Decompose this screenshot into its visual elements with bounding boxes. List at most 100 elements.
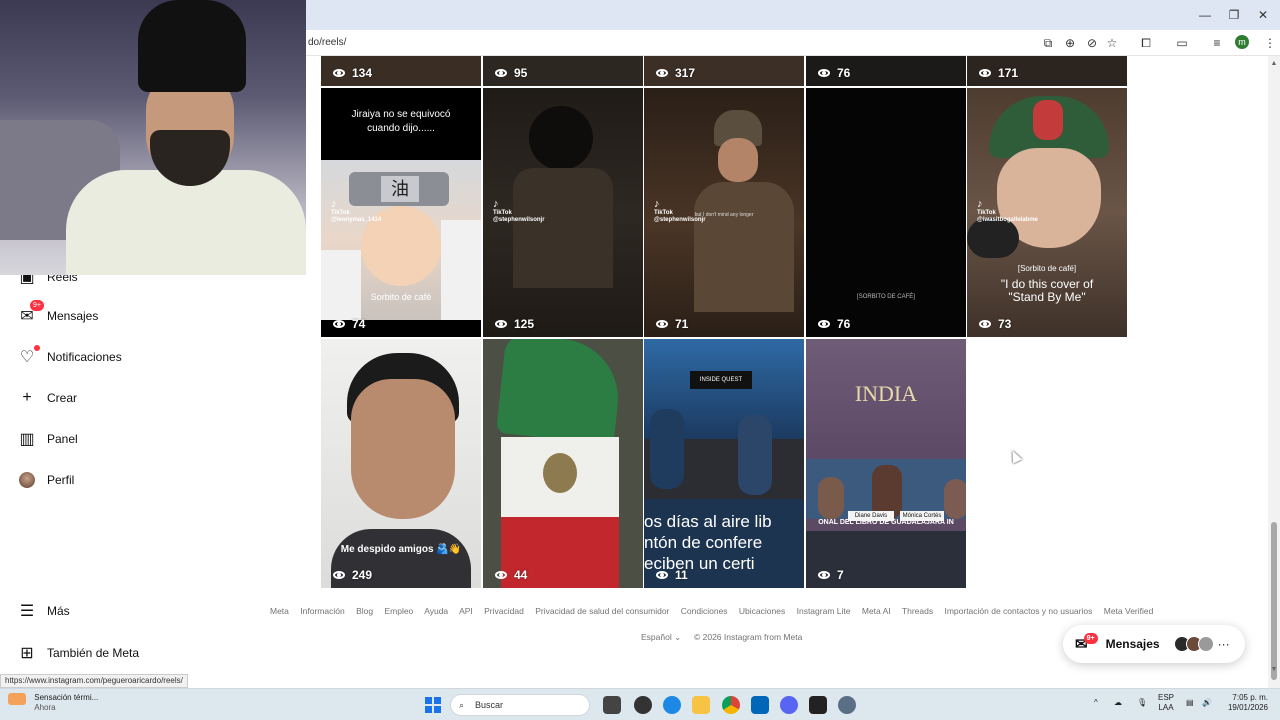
network-icon[interactable]: ▤ — [1186, 698, 1194, 708]
eye-icon — [656, 571, 668, 579]
sidebar-item-messages[interactable]: ✉ 9+ Mensajes — [16, 300, 98, 329]
footer-link[interactable]: Ayuda — [424, 606, 448, 616]
reel-tile[interactable]: 134 — [321, 56, 481, 86]
sidebar-item-also-from-meta[interactable]: ⊞ También de Meta — [16, 640, 139, 666]
reel-tile[interactable]: Jiraiya no se equivocó cuando dijo......… — [321, 88, 481, 337]
split-screen-icon[interactable]: ▭ — [1174, 35, 1190, 51]
page-scrollbar[interactable]: ▲ ▼ — [1268, 56, 1280, 688]
sidebar-item-create[interactable]: + Crear — [16, 385, 77, 411]
reel-tile[interactable]: 44 — [483, 339, 643, 588]
volume-icon[interactable]: 🔊 — [1202, 698, 1212, 708]
edge-icon[interactable] — [663, 696, 681, 714]
footer-link[interactable]: Instagram Lite — [797, 606, 851, 616]
cloud-icon[interactable]: ☁ — [1114, 698, 1122, 708]
webcam-overlay — [0, 0, 306, 275]
store-icon[interactable] — [751, 696, 769, 714]
reel-tile[interactable]: 317 — [644, 56, 804, 86]
zoom-icon[interactable]: ⊕ — [1062, 35, 1078, 51]
tiktok-icon: ♪ — [654, 198, 660, 210]
sidebar-item-more[interactable]: ☰ Más — [16, 598, 70, 624]
tracking-icon[interactable]: ⊘ — [1084, 35, 1100, 51]
copyright: © 2026 Instagram from Meta — [694, 632, 803, 642]
obs-icon[interactable] — [634, 696, 652, 714]
sidebar-item-profile[interactable]: Perfil — [16, 467, 74, 493]
footer-link[interactable]: Meta AI — [862, 606, 891, 616]
discord-icon[interactable] — [780, 696, 798, 714]
footer-link[interactable]: Ubicaciones — [739, 606, 785, 616]
reel-tile[interactable]: 171 — [967, 56, 1127, 86]
footer-link[interactable]: Blog — [356, 606, 373, 616]
file-explorer-icon[interactable] — [692, 696, 710, 714]
url-text[interactable]: do/reels/ — [308, 37, 346, 48]
view-count: 11 — [656, 568, 688, 582]
flag-emblem — [543, 453, 577, 493]
reel-tile[interactable]: INSIDE QUEST os días al aire lib ntón de… — [644, 339, 804, 588]
messenger-icon: ✉ 9+ — [16, 300, 44, 327]
reel-tile[interactable]: INDIA ONAL DEL LIBRO DE GUADALAJARA IN D… — [806, 339, 966, 588]
footer-link[interactable]: Threads — [902, 606, 933, 616]
minimize-icon[interactable]: — — [1196, 6, 1214, 24]
tiktok-icon: ♪ — [977, 198, 983, 210]
sidebar-item-notifications[interactable]: ♡ Notificaciones — [16, 344, 122, 370]
sidebar-item-label: También de Meta — [47, 646, 140, 660]
footer-link[interactable]: API — [459, 606, 473, 616]
taskbar-search[interactable]: ⌕ Buscar — [450, 694, 590, 716]
reel-tile[interactable]: 76 — [806, 56, 966, 86]
start-icon[interactable] — [425, 697, 441, 713]
footer-link[interactable]: Meta Verified — [1104, 606, 1154, 616]
scroll-down-icon[interactable]: ▼ — [1268, 664, 1280, 676]
install-app-icon[interactable]: ⧉ — [1040, 35, 1056, 51]
footer-link[interactable]: Privacidad — [484, 606, 524, 616]
view-count: 76 — [818, 66, 850, 80]
sidebar-item-label: Notificaciones — [47, 350, 122, 364]
sidebar-item-panel[interactable]: ▥ Panel — [16, 426, 77, 452]
menu-icon[interactable]: ⋮ — [1262, 35, 1278, 51]
task-view-icon[interactable] — [603, 696, 621, 714]
settings-icon[interactable] — [838, 696, 856, 714]
footer-link[interactable]: Condiciones — [681, 606, 728, 616]
footer-link[interactable]: Meta — [270, 606, 289, 616]
view-count: 44 — [495, 568, 527, 582]
reel-tile[interactable]: [Sorbito de café] "I do this cover of "S… — [967, 88, 1127, 337]
reel-tile[interactable]: Me despido amigos 🫂👋 249 — [321, 339, 481, 588]
media-icon[interactable]: ≡ — [1209, 35, 1225, 51]
avatar — [19, 472, 35, 488]
extensions-icon[interactable]: ⧠ — [1138, 35, 1154, 51]
weather-icon — [8, 693, 26, 705]
reel-tile[interactable]: [SORBITO DE CAFÉ] 76 — [806, 88, 966, 337]
eye-icon — [333, 69, 345, 77]
reel-tile[interactable]: ♪ TikTok @stephenwilsonjr 125 — [483, 88, 643, 337]
language-select[interactable]: Español ⌄ — [641, 632, 681, 643]
microphone-icon[interactable]: 🎙 — [1137, 698, 1147, 708]
footer-link[interactable]: Empleo — [384, 606, 413, 616]
show-banner: INSIDE QUEST — [690, 371, 752, 389]
footer-link[interactable]: Privacidad de salud del consumidor — [535, 606, 669, 616]
eye-icon — [818, 69, 830, 77]
avatar — [1197, 636, 1214, 652]
weather-widget[interactable]: Sensación térmi... Ahora — [8, 693, 98, 713]
tiktok-watermark: ♪ TikTok @leonymas_1414 — [331, 198, 382, 224]
reel-tile[interactable]: but I don't mind any longer ♪ TikTok @step… — [644, 88, 804, 337]
close-icon[interactable]: ✕ — [1254, 6, 1272, 24]
status-url: https://www.instagram.com/pegueroaricard… — [0, 674, 188, 688]
footer-link[interactable]: Importación de contactos y no usuarios — [944, 606, 1092, 616]
scroll-thumb[interactable] — [1271, 522, 1277, 680]
chrome-icon[interactable] — [722, 696, 740, 714]
heart-icon: ♡ — [16, 345, 40, 368]
clock[interactable]: 7:05 p. m. 19/01/2026 — [1224, 693, 1268, 713]
chevron-up-icon[interactable]: ^ — [1094, 698, 1098, 708]
eye-icon — [818, 571, 830, 579]
language-indicator[interactable]: ESP LAA — [1158, 693, 1174, 713]
notification-dot — [34, 345, 40, 351]
reel-tile[interactable]: 95 — [483, 56, 643, 86]
epic-games-icon[interactable] — [809, 696, 827, 714]
view-count: 7 — [818, 568, 844, 582]
tiktok-watermark: ♪ TikTok @stephenwilsonjr — [654, 198, 706, 224]
restore-icon[interactable]: ❐ — [1225, 6, 1243, 24]
scroll-up-icon[interactable]: ▲ — [1268, 58, 1280, 70]
search-icon: ⌕ — [459, 700, 465, 710]
messages-widget[interactable]: ✉ 9+ Mensajes ··· — [1063, 625, 1245, 663]
star-icon[interactable]: ☆ — [1104, 35, 1120, 51]
profile-icon[interactable]: m — [1235, 35, 1249, 49]
footer-link[interactable]: Información — [300, 606, 344, 616]
